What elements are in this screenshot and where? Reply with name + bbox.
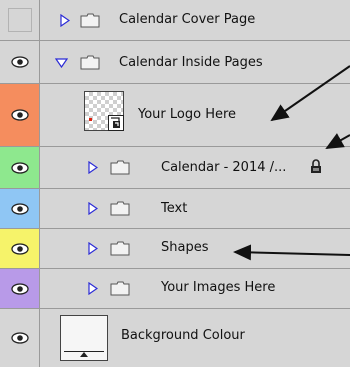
layer-name: Your Images Here	[161, 280, 276, 295]
layer-row-calendar-cover-page[interactable]: Calendar Cover Page	[0, 0, 350, 41]
visibility-toggle[interactable]	[0, 147, 40, 188]
layer-row-your-logo-here[interactable]: Your Logo Here	[0, 84, 350, 147]
expand-triangle-icon[interactable]	[88, 202, 98, 215]
visibility-toggle[interactable]	[0, 269, 40, 308]
eye-icon	[11, 282, 29, 295]
folder-icon	[110, 201, 130, 216]
expand-triangle-icon[interactable]	[88, 242, 98, 255]
visibility-toggle[interactable]	[0, 189, 40, 228]
visibility-toggle[interactable]	[0, 41, 40, 83]
layer-row-calendar-2014[interactable]: Calendar - 2014 /...	[0, 147, 350, 189]
eye-icon	[11, 109, 29, 121]
layer-name: Text	[161, 201, 188, 216]
layer-row-your-images-here[interactable]: Your Images Here	[0, 269, 350, 309]
visibility-toggle[interactable]	[0, 309, 40, 367]
eye-icon	[11, 242, 29, 255]
collapse-triangle-icon[interactable]	[55, 58, 68, 68]
layer-name: Shapes	[161, 240, 209, 255]
layer-name: Background Colour	[121, 328, 245, 343]
folder-icon	[110, 160, 130, 175]
expand-triangle-icon[interactable]	[88, 161, 98, 174]
layer-row-text[interactable]: Text	[0, 189, 350, 229]
folder-icon	[110, 281, 130, 296]
eye-icon	[11, 332, 29, 344]
expand-triangle-icon[interactable]	[60, 14, 70, 27]
fill-marker-icon	[80, 352, 88, 357]
folder-icon	[80, 13, 100, 28]
eye-icon	[11, 161, 29, 174]
folder-icon	[110, 241, 130, 256]
layer-name: Calendar Cover Page	[119, 12, 256, 27]
eye-icon	[11, 202, 29, 215]
eye-icon	[11, 56, 29, 68]
visibility-toggle[interactable]	[0, 0, 40, 40]
layer-row-calendar-inside-pages[interactable]: Calendar Inside Pages	[0, 41, 350, 84]
layer-thumbnail	[60, 315, 108, 361]
expand-triangle-icon[interactable]	[88, 282, 98, 295]
layer-row-background-colour[interactable]: Background Colour	[0, 309, 350, 367]
folder-icon	[80, 55, 100, 70]
red-marker	[89, 118, 92, 121]
lock-icon	[311, 159, 321, 173]
layer-name: Calendar Inside Pages	[119, 55, 263, 70]
visibility-empty-box[interactable]	[8, 8, 32, 32]
smart-object-icon	[108, 115, 124, 131]
layer-name: Calendar - 2014 /...	[161, 160, 287, 175]
visibility-toggle[interactable]	[0, 84, 40, 146]
layer-name: Your Logo Here	[138, 107, 237, 122]
visibility-toggle[interactable]	[0, 229, 40, 268]
layer-row-shapes[interactable]: Shapes	[0, 229, 350, 269]
layers-panel: Calendar Cover Page Calendar Inside Page…	[0, 0, 350, 367]
layer-thumbnail	[84, 91, 124, 131]
